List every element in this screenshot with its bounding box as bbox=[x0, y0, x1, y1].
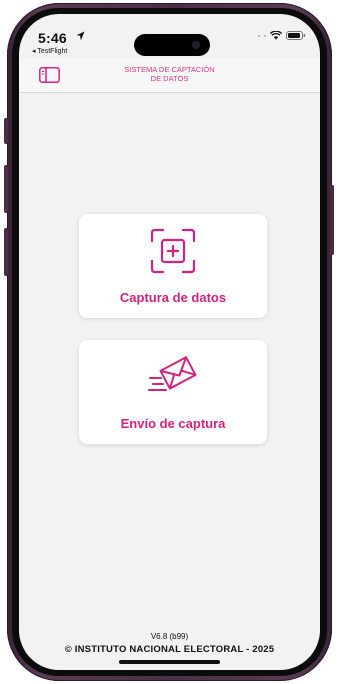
volume-down-button bbox=[4, 228, 8, 276]
app-version: V6.8 (b99) bbox=[150, 632, 189, 641]
volume-up-button bbox=[4, 165, 8, 213]
app-title-line1: SISTEMA DE CAPTACIÓN bbox=[124, 65, 215, 74]
back-to-testflight-link[interactable]: ◂ TestFlight bbox=[32, 47, 67, 55]
app-title-line2: DE DATOS bbox=[150, 74, 189, 83]
signal-dot bbox=[258, 34, 260, 37]
signal-dot bbox=[264, 34, 266, 37]
status-time: 5:46 bbox=[38, 30, 67, 46]
status-icons bbox=[258, 31, 306, 40]
screen: 5:46 ◂ TestFlight SISTEMA DE CAPTACIÓN D… bbox=[19, 14, 320, 670]
sidebar-toggle-icon[interactable] bbox=[39, 67, 60, 83]
app-title: SISTEMA DE CAPTACIÓN DE DATOS bbox=[79, 65, 260, 83]
battery-icon bbox=[286, 31, 306, 40]
send-capture-card[interactable]: Envío de captura bbox=[79, 340, 267, 444]
send-capture-label: Envío de captura bbox=[120, 416, 226, 431]
location-arrow-icon bbox=[76, 31, 85, 41]
copyright-text: © INSTITUTO NACIONAL ELECTORAL - 2025 bbox=[64, 644, 275, 655]
scan-plus-icon bbox=[150, 228, 196, 274]
capture-data-card[interactable]: Captura de datos bbox=[79, 214, 267, 318]
action-button bbox=[4, 118, 8, 144]
camera-dot bbox=[192, 41, 200, 49]
status-bar: 5:46 ◂ TestFlight bbox=[19, 14, 320, 58]
app-header: SISTEMA DE CAPTACIÓN DE DATOS bbox=[19, 58, 320, 93]
wifi-icon bbox=[270, 31, 282, 40]
home-indicator[interactable] bbox=[119, 660, 220, 664]
send-envelope-icon bbox=[148, 356, 197, 391]
power-button bbox=[330, 185, 334, 255]
dynamic-island bbox=[134, 34, 210, 56]
capture-data-label: Captura de datos bbox=[119, 290, 227, 305]
